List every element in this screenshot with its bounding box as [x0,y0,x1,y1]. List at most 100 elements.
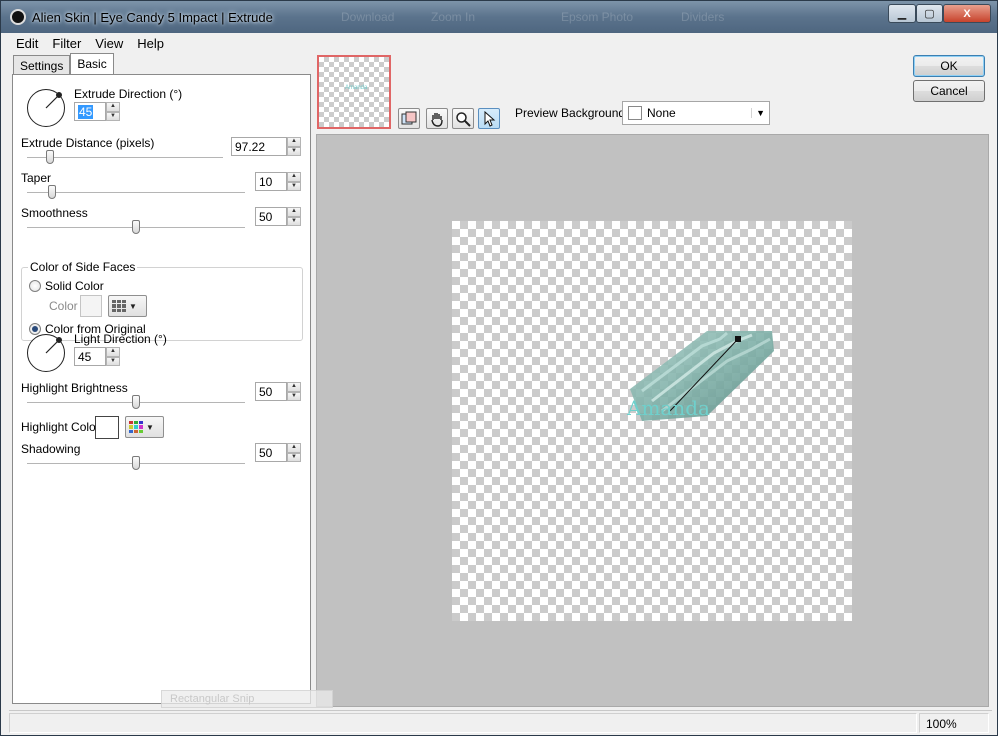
color-swatch-icon [628,106,642,120]
preview-background-select[interactable]: None ▼ [622,101,770,125]
light-direction-value[interactable]: 45 [74,347,106,366]
minimize-icon: ▁ [897,8,907,20]
side-color-swatch[interactable] [80,295,102,317]
extrude-direction-spinner[interactable]: 45 ▲ ▼ [74,102,120,121]
spin-up-icon[interactable]: ▲ [106,347,120,357]
spin-up-icon[interactable]: ▲ [106,102,120,112]
preview-background-value: None [647,106,676,120]
spin-down-icon[interactable]: ▼ [287,216,301,226]
basic-tab-body: Extrude Direction (°) 45 ▲ ▼ Extrude Dist… [12,74,311,704]
side-faces-legend: Color of Side Faces [28,260,138,274]
taper-label: Taper [21,171,52,185]
hand-icon [431,112,443,127]
background-ghost-item: Zoom In [431,10,476,24]
spin-up-icon[interactable]: ▲ [287,207,301,217]
tab-settings[interactable]: Settings [13,55,71,75]
minimize-button[interactable]: ▁ [888,4,916,23]
background-ghost-item: Dividers [681,10,725,24]
close-button[interactable]: X [943,4,991,23]
spin-down-icon[interactable]: ▼ [106,111,120,121]
menu-bar: Edit Filter View Help [9,33,992,53]
side-color-picker-button[interactable]: ▼ [108,295,147,317]
light-direction-spinner[interactable]: 45 ▲ ▼ [74,347,120,366]
pointer-icon [484,110,496,127]
preview-text: Amanda [627,396,710,420]
close-icon: X [963,7,971,20]
shadowing-spinner[interactable]: 50 ▲ ▼ [255,443,301,462]
slider-thumb[interactable] [132,395,140,409]
spin-down-icon[interactable]: ▼ [287,452,301,462]
snip-ghost-text: Rectangular Snip [170,693,255,705]
taper-spinner[interactable]: 10 ▲ ▼ [255,172,301,191]
background-ghost-item: Download [341,10,395,24]
main-window: Alien Skin | Eye Candy 5 Impact | Extrud… [0,0,998,736]
extrude-distance-spinner[interactable]: 97.22 ▲ ▼ [231,137,301,156]
cancel-button[interactable]: Cancel [913,80,985,102]
maximize-button[interactable]: ▢ [916,4,943,23]
spin-down-icon[interactable]: ▼ [106,356,120,366]
menu-filter[interactable]: Filter [45,36,88,51]
smoothness-label: Smoothness [21,206,88,220]
chevron-down-icon: ▼ [129,301,137,311]
spin-up-icon[interactable]: ▲ [287,443,301,453]
window-title: Alien Skin | Eye Candy 5 Impact | Extrud… [32,10,273,25]
preview-region: Amanda Preview Background: None ▼ OK Can… [315,55,992,707]
rectangular-snip-ghost: Rectangular Snip [161,690,333,708]
side-faces-group: Color of Side Faces Solid Color Color ▼ … [21,260,303,341]
color-from-original-radio[interactable] [29,323,41,335]
solid-color-radio[interactable] [29,280,41,292]
spin-down-icon[interactable]: ▼ [287,391,301,401]
taper-slider[interactable] [27,185,245,199]
ok-button[interactable]: OK [913,55,985,77]
preview-canvas[interactable]: Amanda [452,221,852,621]
zoom-icon [456,111,471,127]
extruded-text-render [630,331,774,421]
spin-up-icon[interactable]: ▲ [287,172,301,182]
title-bar[interactable]: Alien Skin | Eye Candy 5 Impact | Extrud… [1,1,997,33]
preview-thumbnail[interactable]: Amanda [317,55,391,129]
extrude-distance-slider[interactable] [27,150,223,164]
spin-down-icon[interactable]: ▼ [287,146,301,156]
spin-up-icon[interactable]: ▲ [287,382,301,392]
tab-basic[interactable]: Basic [70,53,114,74]
pointer-tool[interactable] [478,108,500,129]
spin-down-icon[interactable]: ▼ [287,181,301,191]
smoothness-spinner[interactable]: 50 ▲ ▼ [255,207,301,226]
highlight-brightness-slider[interactable] [27,395,245,409]
spin-up-icon[interactable]: ▲ [287,137,301,147]
smoothness-slider[interactable] [27,220,245,234]
alien-skin-app-icon[interactable] [10,9,26,25]
maximize-icon: ▢ [924,8,935,20]
extrude-direction-dial[interactable] [27,89,65,127]
light-direction-dial[interactable] [27,334,65,372]
dial-knob[interactable] [56,92,62,98]
hand-tool[interactable] [426,108,448,129]
slider-thumb[interactable] [132,456,140,470]
menu-view[interactable]: View [88,36,130,51]
thumbnail-text: Amanda [345,85,368,91]
solid-color-label[interactable]: Solid Color [45,279,104,293]
highlight-color-swatch[interactable] [95,416,119,439]
light-direction-label: Light Direction (°) [74,332,167,346]
highlight-color-picker-button[interactable]: ▼ [125,416,164,438]
preview-canvas-area[interactable]: Amanda [316,134,989,707]
slider-thumb[interactable] [132,220,140,234]
extrude-distance-label: Extrude Distance (pixels) [21,136,155,150]
extrude-distance-value[interactable]: 97.22 [231,137,287,156]
shadowing-value[interactable]: 50 [255,443,287,462]
shadowing-slider[interactable] [27,456,245,470]
extrude-direction-value[interactable]: 45 [78,105,94,119]
dial-knob[interactable] [56,337,62,343]
preview-compare-tool[interactable] [398,108,420,129]
smoothness-value[interactable]: 50 [255,207,287,226]
zoom-tool[interactable] [452,108,474,129]
chevron-down-icon[interactable]: ▼ [751,108,765,118]
color-label: Color [49,299,78,313]
menu-help[interactable]: Help [130,36,171,51]
highlight-brightness-value[interactable]: 50 [255,382,287,401]
highlight-brightness-spinner[interactable]: 50 ▲ ▼ [255,382,301,401]
menu-edit[interactable]: Edit [9,36,45,51]
taper-value[interactable]: 10 [255,172,287,191]
slider-thumb[interactable] [48,185,56,199]
slider-thumb[interactable] [46,150,54,164]
